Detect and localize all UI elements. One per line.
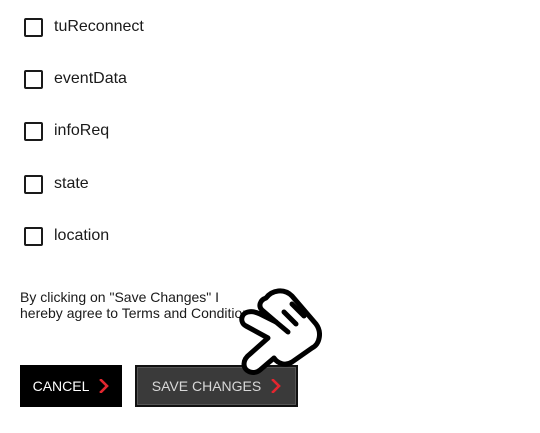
location-label: location xyxy=(54,227,110,244)
pointing-hand-icon xyxy=(239,288,322,375)
tureconnect-label: tuReconnect xyxy=(54,18,144,35)
option-tureconnect[interactable]: tuReconnect xyxy=(24,15,144,39)
option-state[interactable]: state xyxy=(24,172,89,196)
eventdata-label: eventData xyxy=(54,70,127,87)
option-eventdata[interactable]: eventData xyxy=(24,67,127,91)
state-checkbox[interactable] xyxy=(24,174,43,194)
option-location[interactable]: location xyxy=(24,224,109,248)
cancel-button[interactable]: CANCEL xyxy=(20,365,122,407)
cancel-button-label: CANCEL xyxy=(32,378,90,394)
option-inforeq[interactable]: infoReq xyxy=(24,119,109,143)
chevron-right-icon xyxy=(99,379,110,393)
inforeq-checkbox[interactable] xyxy=(24,121,43,141)
state-label: state xyxy=(54,175,89,192)
save-changes-button-label: SAVE CHANGES xyxy=(151,378,262,394)
inforeq-label: infoReq xyxy=(54,122,110,139)
tureconnect-checkbox[interactable] xyxy=(24,17,43,37)
eventdata-checkbox[interactable] xyxy=(24,69,43,89)
terms-consent-text: By clicking on "Save Changes" I hereby a… xyxy=(20,289,258,321)
chevron-right-icon xyxy=(271,379,282,393)
location-checkbox[interactable] xyxy=(24,226,43,246)
